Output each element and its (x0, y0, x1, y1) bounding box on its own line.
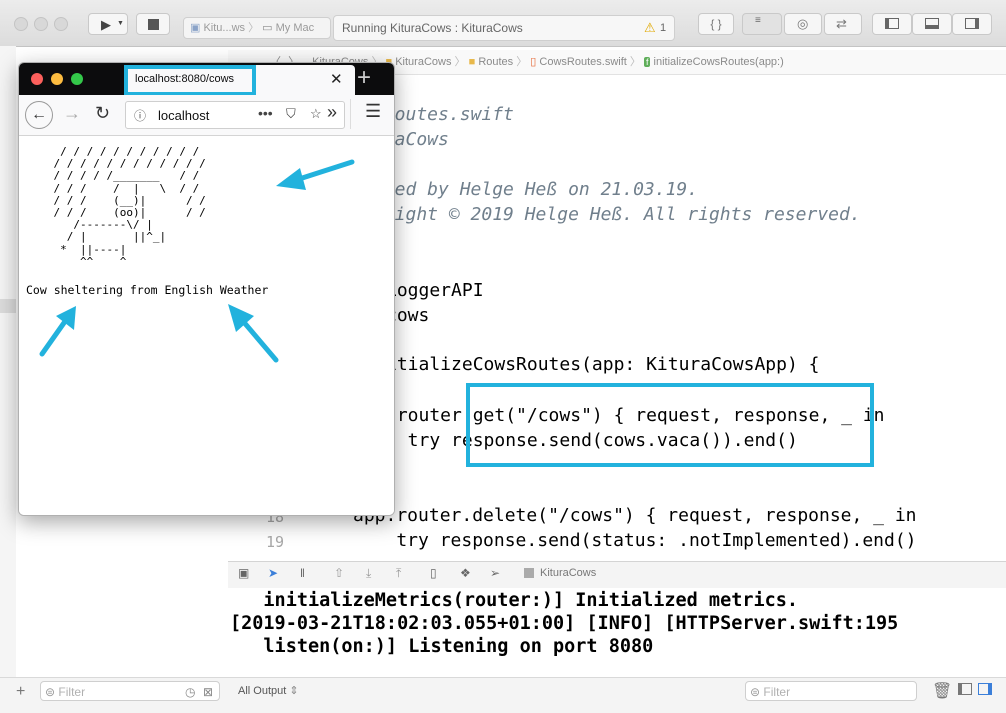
arrow-annotation-caption-left (39, 306, 76, 357)
annotation-arrows (39, 159, 355, 363)
arrow-annotation-ascii (276, 159, 355, 190)
arrow-annotation-caption-right (228, 304, 279, 363)
